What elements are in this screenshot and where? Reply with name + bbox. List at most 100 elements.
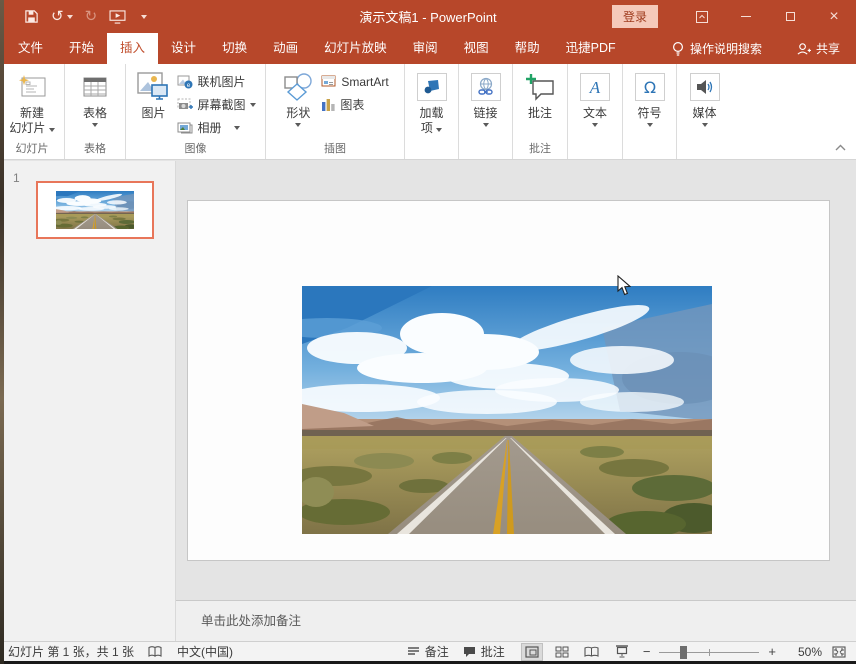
- lightbulb-icon: [672, 41, 683, 56]
- spellcheck-icon[interactable]: [148, 645, 163, 658]
- tab-view[interactable]: 视图: [451, 33, 502, 64]
- slide-sorter-view-button[interactable]: [551, 643, 573, 661]
- photo-album-button[interactable]: 相册: [174, 117, 258, 138]
- group-label-images: 图像: [184, 143, 207, 155]
- group-addins: 加载 项: [405, 64, 459, 159]
- group-images: 图片 e 联机图片 屏幕截图 相册 图像: [126, 64, 266, 159]
- speaker-icon: [689, 73, 720, 101]
- group-label-media: [679, 142, 730, 159]
- group-label-illustrations: 插图: [324, 143, 346, 155]
- tab-animations[interactable]: 动画: [260, 33, 311, 64]
- tab-pdf[interactable]: 迅捷PDF: [553, 33, 629, 64]
- slide-thumbnail[interactable]: [36, 181, 154, 239]
- zoom-out-button[interactable]: −: [641, 644, 653, 659]
- maximize-button[interactable]: [768, 0, 812, 33]
- table-icon: [82, 68, 108, 106]
- share-label: 共享: [815, 42, 840, 56]
- zoom-in-button[interactable]: +: [766, 644, 778, 659]
- undo-caret-icon[interactable]: [66, 14, 73, 19]
- tab-review[interactable]: 审阅: [400, 33, 451, 64]
- text-button[interactable]: A 文本: [576, 67, 614, 130]
- share-button[interactable]: 共享: [796, 40, 840, 57]
- smartart-button[interactable]: SmartArt: [318, 71, 391, 92]
- comments-toggle[interactable]: 批注: [463, 643, 505, 660]
- tab-help[interactable]: 帮助: [502, 33, 553, 64]
- new-slide-icon: [17, 68, 47, 106]
- close-button[interactable]: ×: [812, 0, 856, 33]
- notes-pane[interactable]: 单击此处添加备注: [176, 600, 856, 641]
- group-text: A 文本: [568, 64, 623, 159]
- comment-button[interactable]: 批注: [521, 67, 559, 122]
- notes-placeholder[interactable]: 单击此处添加备注: [201, 610, 301, 629]
- smartart-icon: [321, 75, 336, 87]
- fit-to-window-button[interactable]: [828, 643, 850, 661]
- tab-transitions[interactable]: 切换: [209, 33, 260, 64]
- customize-qat-button[interactable]: [138, 14, 148, 19]
- road-photo[interactable]: [302, 286, 712, 534]
- redo-button[interactable]: ↻: [85, 9, 98, 24]
- screenshot-button[interactable]: 屏幕截图: [174, 94, 258, 115]
- person-plus-icon: [797, 42, 811, 55]
- reading-view-button[interactable]: [581, 643, 603, 661]
- shapes-button[interactable]: 形状: [278, 67, 318, 130]
- start-slideshow-icon[interactable]: [109, 9, 126, 24]
- slide-thumbnail-panel: 1: [0, 161, 176, 641]
- photo-album-icon: [177, 122, 193, 134]
- slide-canvas[interactable]: [187, 200, 830, 561]
- normal-view-button[interactable]: [520, 642, 543, 661]
- tab-file[interactable]: 文件: [5, 33, 56, 64]
- save-icon[interactable]: [24, 9, 39, 24]
- zoom-slider[interactable]: [659, 645, 760, 659]
- picture-button[interactable]: 图片: [132, 67, 174, 122]
- tab-slideshow[interactable]: 幻灯片放映: [311, 33, 400, 64]
- group-label-text: [570, 142, 620, 159]
- tab-design[interactable]: 设计: [158, 33, 209, 64]
- online-pictures-icon: e: [177, 75, 193, 89]
- minimize-button[interactable]: [724, 0, 768, 33]
- shapes-icon: [282, 68, 314, 106]
- new-slide-button[interactable]: 新建 幻灯片: [5, 67, 58, 137]
- tell-me-label: 操作说明搜索: [689, 42, 762, 56]
- tab-insert[interactable]: 插入: [107, 33, 159, 64]
- online-pictures-button[interactable]: e 联机图片: [174, 71, 258, 92]
- link-icon: [470, 73, 501, 101]
- login-button[interactable]: 登录: [611, 5, 658, 28]
- group-label-addins: [407, 142, 456, 159]
- tab-home[interactable]: 开始: [56, 33, 107, 64]
- language-indicator[interactable]: 中文(中国): [177, 643, 233, 660]
- collapse-ribbon-icon[interactable]: [835, 140, 846, 154]
- omega-icon: Ω: [634, 73, 665, 101]
- links-button[interactable]: 链接: [467, 67, 505, 130]
- notes-toggle[interactable]: 备注: [407, 643, 449, 660]
- thumbnail-road-image: [56, 191, 134, 229]
- symbols-button[interactable]: Ω 符号: [631, 67, 669, 130]
- undo-button[interactable]: ↺: [51, 9, 73, 24]
- svg-text:Ω: Ω: [643, 78, 655, 97]
- group-comments: 批注 批注: [513, 64, 568, 159]
- media-button[interactable]: 媒体: [686, 67, 724, 130]
- workspace: 1 单击此处添加备注: [0, 161, 856, 641]
- desktop-edge: [0, 0, 4, 664]
- quick-access-toolbar: ↺ ↻: [24, 9, 148, 24]
- chart-button[interactable]: 图表: [318, 94, 391, 115]
- ribbon-tab-bar: 文件 开始 插入 设计 切换 动画 幻灯片放映 审阅 视图 帮助 迅捷PDF 操…: [0, 33, 856, 64]
- group-label-symbols: [625, 142, 674, 159]
- slide-editing-area: 单击此处添加备注: [176, 161, 856, 641]
- svg-text:A: A: [589, 78, 601, 97]
- table-button[interactable]: 表格: [78, 67, 112, 130]
- zoom-level[interactable]: 50%: [786, 645, 822, 659]
- slideshow-view-button[interactable]: [611, 643, 633, 661]
- group-symbols: Ω 符号: [623, 64, 677, 159]
- comments-icon: [463, 646, 475, 657]
- notes-icon: [407, 647, 419, 655]
- picture-icon: [136, 68, 170, 106]
- ribbon-display-options-icon[interactable]: [680, 0, 724, 33]
- screenshot-icon: [177, 98, 194, 109]
- tell-me-search[interactable]: 操作说明搜索: [672, 40, 762, 57]
- addins-button[interactable]: 加载 项: [413, 67, 451, 137]
- zoom-slider-handle[interactable]: [680, 645, 688, 659]
- ribbon: 新建 幻灯片 幻灯片 表格 表格 图片 e 联机图片 屏幕截图 相册 图像 形状…: [0, 64, 856, 160]
- comment-icon: [525, 68, 555, 106]
- group-illustrations: 形状 SmartArt 图表 插图: [266, 64, 405, 159]
- titlebar: ↺ ↻ 演示文稿1 - PowerPoint 登录 ×: [0, 0, 856, 33]
